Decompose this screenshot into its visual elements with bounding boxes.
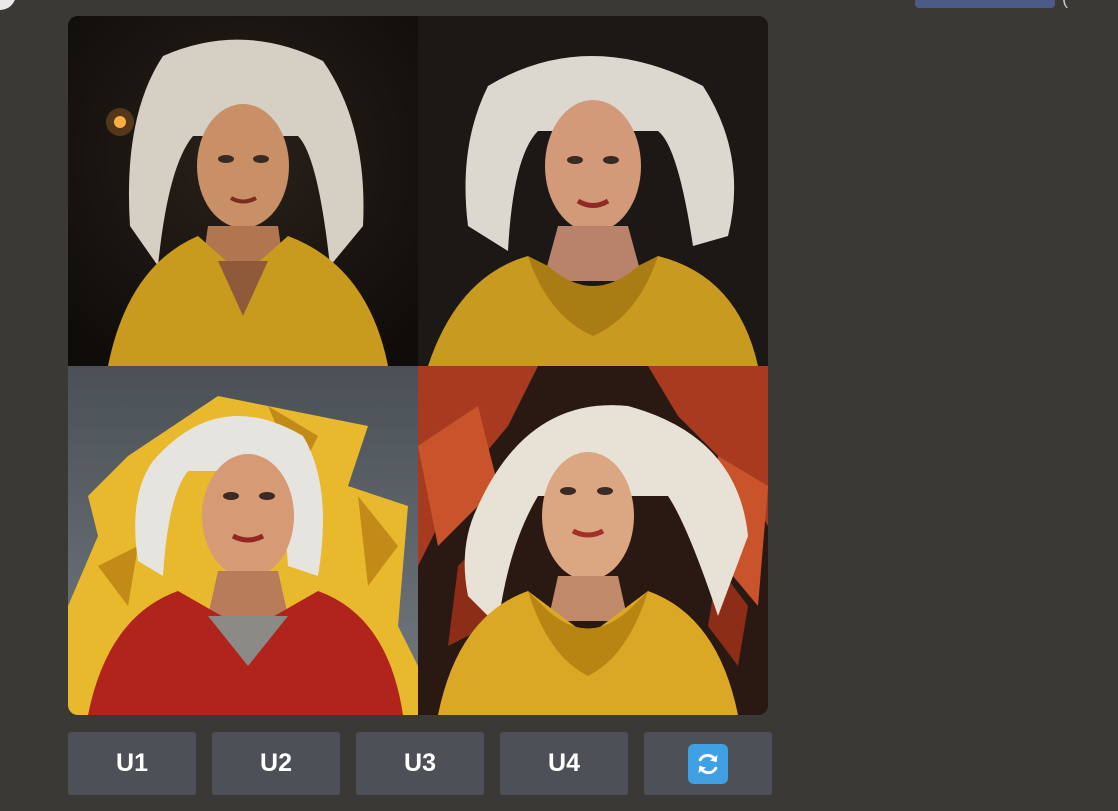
image-grid[interactable] [68, 16, 768, 715]
upscale-4-button[interactable]: U4 [500, 732, 628, 795]
refresh-icon [688, 743, 728, 784]
grid-image-2[interactable] [418, 16, 768, 366]
meta-paren: ( [1062, 0, 1068, 9]
upscale-3-button[interactable]: U3 [356, 732, 484, 795]
avatar[interactable] [0, 0, 16, 10]
upscale-2-button[interactable]: U2 [212, 732, 340, 795]
grid-image-1[interactable] [68, 16, 418, 366]
reroll-button[interactable] [644, 732, 772, 795]
prompt-link[interactable] [82, 0, 404, 7]
action-button-row: U1 U2 U3 U4 [68, 732, 772, 796]
message-header-fragment: ( [0, 0, 1118, 12]
upscale-1-button[interactable]: U1 [68, 732, 196, 795]
grid-image-4[interactable] [418, 366, 768, 715]
user-mention[interactable] [915, 0, 1055, 8]
grid-image-3[interactable] [68, 366, 418, 715]
